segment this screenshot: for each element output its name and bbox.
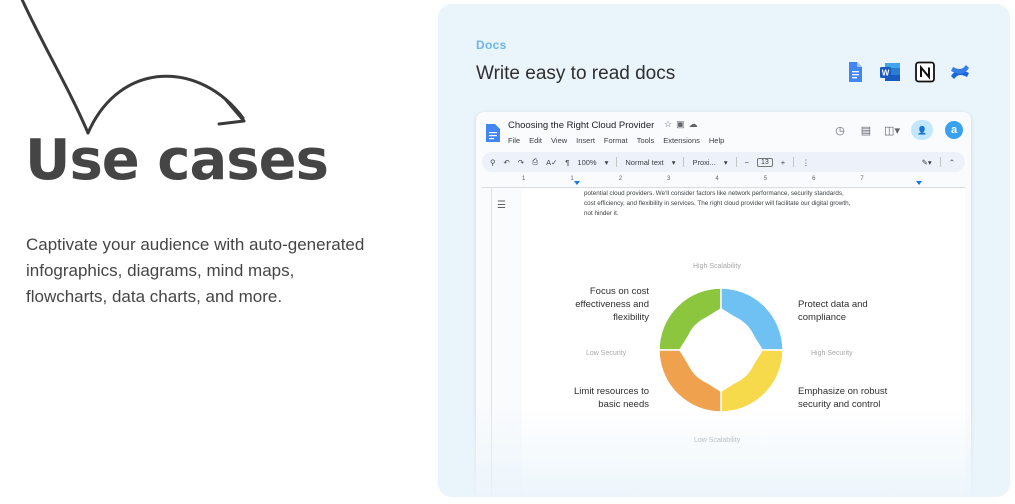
toolbar-divider xyxy=(616,157,618,167)
menu-insert[interactable]: Insert xyxy=(576,136,595,145)
notion-icon xyxy=(915,61,935,83)
cycle-ring-graphic xyxy=(659,288,783,412)
zoom-select[interactable]: 100% xyxy=(577,158,596,167)
share-button[interactable]: 👤 xyxy=(911,120,933,140)
google-docs-window: Choosing the Right Cloud Provider ☆▣☁ Fi… xyxy=(476,112,971,497)
ruler-number: 7 xyxy=(860,176,864,182)
ruler-number: 1 xyxy=(522,176,526,182)
section-description: Captivate your audience with auto-genera… xyxy=(26,235,365,306)
increase-font-size-icon[interactable]: + xyxy=(781,158,785,167)
menu-format[interactable]: Format xyxy=(604,136,628,145)
meet-icon[interactable]: ◫▾ xyxy=(884,123,900,137)
move-folder-icon[interactable]: ▣ xyxy=(676,119,689,129)
card-kicker: Docs xyxy=(476,38,507,52)
search-menus-icon[interactable]: ⚲ xyxy=(490,158,496,167)
ruler-number: 3 xyxy=(667,176,671,182)
toolbar-divider xyxy=(793,157,795,167)
chevron-down-icon: ▾ xyxy=(723,157,728,167)
menu-view[interactable]: View xyxy=(551,136,567,145)
menu-file[interactable]: File xyxy=(508,136,520,145)
docs-logo-icon xyxy=(486,124,500,142)
redo-icon[interactable]: ↷ xyxy=(518,158,524,167)
docs-top-actions: ◷ ▤ ◫▾ 👤 a xyxy=(833,120,963,140)
spellcheck-icon[interactable]: A✓ xyxy=(546,158,557,167)
toolbar-divider xyxy=(939,157,941,167)
toolbar-divider xyxy=(683,157,685,167)
svg-text:W: W xyxy=(882,69,890,78)
menu-extensions[interactable]: Extensions xyxy=(663,136,700,145)
axis-label-top: High Scalability xyxy=(693,263,741,270)
ruler-number: 6 xyxy=(812,176,816,182)
ruler-number: 4 xyxy=(715,176,719,182)
comments-icon[interactable]: ▤ xyxy=(859,123,873,137)
use-cases-section: Use cases Captivate your audience with a… xyxy=(0,0,1015,504)
docs-toolbar: ⚲ ↶ ↷ ⎙ A✓ ¶ 100% ▾ Normal text ▾ Proxi.… xyxy=(482,152,965,172)
ruler-number: 1 xyxy=(570,176,574,182)
undo-icon[interactable]: ↶ xyxy=(504,158,510,167)
quadrant-bottom-right-label: Emphasize on robust security and control xyxy=(798,386,888,410)
quadrant-top-left-label: Focus on cost effectiveness and flexibil… xyxy=(575,286,649,323)
star-icon[interactable]: ☆ xyxy=(664,119,676,129)
document-page[interactable]: potential cloud providers. We'll conside… xyxy=(522,189,965,497)
menu-tools[interactable]: Tools xyxy=(637,136,655,145)
integration-icons: W xyxy=(843,60,972,84)
chevron-down-icon: ▾ xyxy=(604,157,609,167)
doc-title-icons: ☆▣☁ xyxy=(664,119,702,130)
section-title: Use cases xyxy=(25,128,329,193)
quadrant-top-right-label: Protect data and compliance xyxy=(798,299,868,323)
docs-title-bar: Choosing the Right Cloud Provider ☆▣☁ Fi… xyxy=(476,112,971,152)
print-icon[interactable]: ⎙ xyxy=(532,157,538,167)
axis-label-right: High Security xyxy=(811,350,853,357)
axis-label-left: Low Security xyxy=(586,350,627,357)
version-history-icon[interactable]: ◷ xyxy=(833,123,847,137)
cloud-status-icon[interactable]: ☁ xyxy=(689,119,702,129)
ruler-numbers: 1 1 2 3 4 5 6 7 xyxy=(522,176,864,182)
menu-help[interactable]: Help xyxy=(709,136,724,145)
microsoft-word-icon: W xyxy=(880,63,900,81)
paint-format-icon[interactable]: ¶ xyxy=(565,158,569,167)
menu-edit[interactable]: Edit xyxy=(529,136,542,145)
vertical-ruler[interactable] xyxy=(482,188,492,497)
menu-bar: File Edit View Insert Format Tools Exten… xyxy=(508,136,724,145)
collapse-menus-icon[interactable]: ⌃ xyxy=(949,158,955,167)
right-indent-marker[interactable] xyxy=(916,181,922,185)
toolbar-divider xyxy=(735,157,737,167)
font-size-input[interactable]: 13 xyxy=(756,157,773,167)
chevron-down-icon: ▾ xyxy=(671,157,676,167)
more-options-icon[interactable]: ⋮ xyxy=(802,158,810,167)
style-select[interactable]: Normal text xyxy=(625,158,663,167)
horizontal-ruler[interactable]: 1 1 2 3 4 5 6 7 xyxy=(482,176,965,188)
axis-label-bottom: Low Scalability xyxy=(694,437,741,444)
document-outline-icon[interactable]: ☰ xyxy=(497,200,506,211)
google-docs-icon xyxy=(849,62,862,82)
body-paragraph[interactable]: potential cloud providers. We'll conside… xyxy=(584,189,854,219)
decrease-font-size-icon[interactable]: − xyxy=(745,158,749,167)
card-title: Write easy to read docs xyxy=(476,63,676,84)
confluence-icon xyxy=(951,65,969,79)
font-select[interactable]: Proxi... xyxy=(692,158,715,167)
ruler-number: 2 xyxy=(618,176,623,182)
quadrant-bottom-left-label: Limit resources to basic needs xyxy=(574,386,649,410)
docs-use-case-card: Docs Write easy to read docs W Choosing … xyxy=(438,4,1010,497)
document-name[interactable]: Choosing the Right Cloud Provider xyxy=(508,120,654,131)
ruler-number: 5 xyxy=(763,176,768,182)
editing-mode-icon[interactable]: ✎▾ xyxy=(922,158,932,167)
avatar[interactable]: a xyxy=(945,121,963,139)
